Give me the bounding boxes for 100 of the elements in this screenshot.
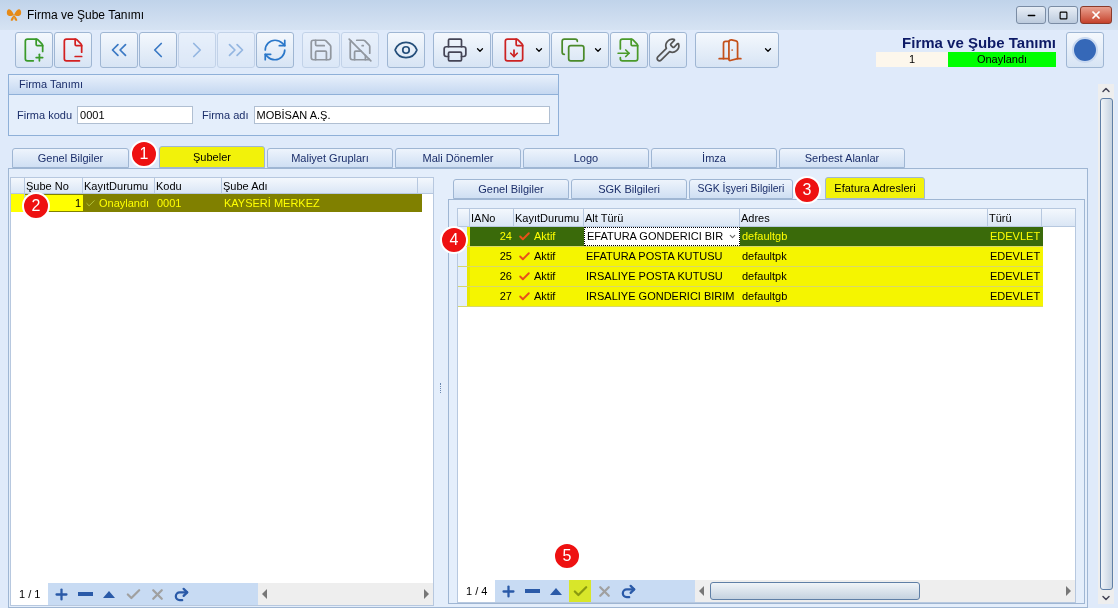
panel-title: Firma Tanımı [19, 77, 83, 93]
window-title: Firma ve Şube Tanımı [27, 7, 145, 24]
check-icon [518, 290, 531, 303]
vertical-scrollbar[interactable] [1098, 84, 1114, 604]
caret-icon [763, 45, 773, 55]
table-cell-text: 25 [498, 249, 513, 265]
print-icon [441, 37, 468, 63]
table-cell-text: EDEVLET [989, 269, 1042, 285]
maximize-icon [1058, 10, 1068, 20]
table-row[interactable]: 26 Aktif IRSALIYE POSTA KUTUSU defaultpk EDEVLET [458, 267, 1043, 287]
check-icon [85, 197, 96, 209]
table-cell-text: defaultpk [741, 269, 788, 285]
delete-document-icon [60, 37, 86, 63]
toolbar-button[interactable] [695, 32, 779, 68]
tab[interactable]: Şubeler [159, 146, 265, 168]
scroll-right-icon [1066, 586, 1071, 596]
tab[interactable]: İmza [651, 148, 777, 168]
save-icon [308, 37, 334, 63]
table-cell-text: defaultpk [741, 249, 788, 265]
record-number: 1 [876, 51, 948, 67]
horizontal-scrollbar[interactable] [695, 580, 1075, 602]
scroll-thumb[interactable] [710, 582, 921, 600]
tab[interactable]: Genel Bilgiler [453, 179, 569, 199]
close-button[interactable] [1080, 6, 1112, 24]
text-field[interactable]: 0001 [77, 106, 194, 124]
close-icon [1090, 9, 1102, 21]
table-cell-text: EDEVLET [989, 229, 1042, 245]
refresh-icon [262, 37, 288, 63]
up-icon [103, 590, 116, 598]
field-label: Firma kodu [17, 107, 73, 123]
column-header[interactable]: Alt Türü [584, 209, 740, 226]
text-field[interactable]: MOBİSAN A.Ş. [253, 106, 550, 124]
scroll-left-icon [262, 589, 268, 599]
dropdown-field[interactable]: EFATURA GONDERICI BIR [584, 227, 740, 246]
toolbar-button[interactable] [551, 32, 609, 68]
tab[interactable]: SGK Bilgileri [571, 179, 687, 199]
remove-icon [77, 592, 93, 596]
column-header[interactable]: IANo [470, 209, 514, 226]
add-icon [499, 582, 517, 600]
toolbar-button[interactable] [256, 32, 294, 68]
tab[interactable]: Logo [523, 148, 649, 168]
table-cell: Aktif [514, 248, 584, 265]
scroll-right-icon [424, 589, 429, 599]
table-cell-text: EDEVLET [989, 289, 1042, 305]
caret-icon [728, 232, 737, 241]
redo-icon [619, 582, 637, 600]
grid-nav-button[interactable] [569, 580, 592, 602]
toolbar-button[interactable] [54, 32, 92, 68]
table-cell-text: EDEVLET [989, 249, 1042, 265]
redo-icon [172, 585, 190, 603]
field-label: Firma adı [202, 107, 249, 123]
column-header[interactable]: KayıtDurumu [83, 178, 155, 193]
tab[interactable]: Genel Bilgiler [12, 148, 129, 168]
table-cell-text: IRSALIYE POSTA KUTUSU [585, 269, 724, 285]
scroll-thumb[interactable] [1099, 98, 1113, 590]
caret-icon [593, 45, 603, 55]
table-row[interactable]: 27 Aktif IRSALIYE GONDERICI BIRIM defaultgb EDEVLET [458, 287, 1043, 307]
table-row[interactable]: 25 Aktif EFATURA POSTA KUTUSU defaultpk EDEVLET [458, 247, 1043, 267]
status-label: Onaylandı [948, 51, 1056, 67]
table-cell-text: KAYSERİ MERKEZ [223, 195, 321, 211]
caret-icon [534, 45, 544, 55]
copy-icon [559, 37, 586, 63]
new-document-icon [21, 37, 47, 63]
check-icon [518, 270, 531, 283]
table-cell: Aktif [514, 268, 584, 285]
tab[interactable]: Mali Dönemler [395, 148, 521, 168]
scroll-left-icon [699, 586, 705, 596]
toolbar-button[interactable] [649, 32, 687, 68]
table-cell-text: 24 [498, 229, 513, 245]
up-icon [550, 587, 563, 595]
import-icon [616, 37, 642, 63]
cancel-save-icon [347, 37, 373, 63]
tab[interactable]: Maliyet Grupları [267, 148, 393, 168]
column-header[interactable]: Adres [740, 209, 988, 226]
wrench-icon [655, 37, 681, 63]
column-header[interactable]: Türü [988, 209, 1042, 226]
check-icon [518, 250, 531, 263]
toolbar-button[interactable] [433, 32, 491, 68]
help-button[interactable] [1066, 32, 1104, 68]
exit-door-icon [716, 37, 743, 63]
table-cell-text: IRSALIYE GONDERICI BIRIM [585, 289, 736, 305]
header-title: Firma ve Şube Tanımı [902, 33, 1056, 52]
column-header[interactable]: Kodu [155, 178, 222, 193]
table-cell-text: 0001 [156, 195, 183, 211]
tab[interactable]: Serbest Alanlar [779, 148, 905, 168]
check-icon [518, 230, 531, 243]
table-cell-text: EFATURA POSTA KUTUSU [585, 249, 724, 265]
table-cell: Aktif [514, 228, 584, 245]
column-header[interactable]: KayıtDurumu [514, 209, 584, 226]
toolbar-button[interactable] [492, 32, 550, 68]
tab[interactable]: SGK İşyeri Bilgileri [689, 179, 793, 199]
maximize-button[interactable] [1048, 6, 1078, 24]
toolbar-button[interactable] [387, 32, 425, 68]
table-cell: Aktif [514, 288, 584, 305]
toolbar-button[interactable] [100, 32, 138, 68]
callout-badge: 1 [130, 140, 158, 168]
tab[interactable]: Efatura Adresleri [825, 177, 925, 199]
column-header[interactable]: Şube Adı [222, 178, 418, 193]
caret-icon [475, 45, 485, 55]
horizontal-scrollbar[interactable] [258, 583, 433, 605]
